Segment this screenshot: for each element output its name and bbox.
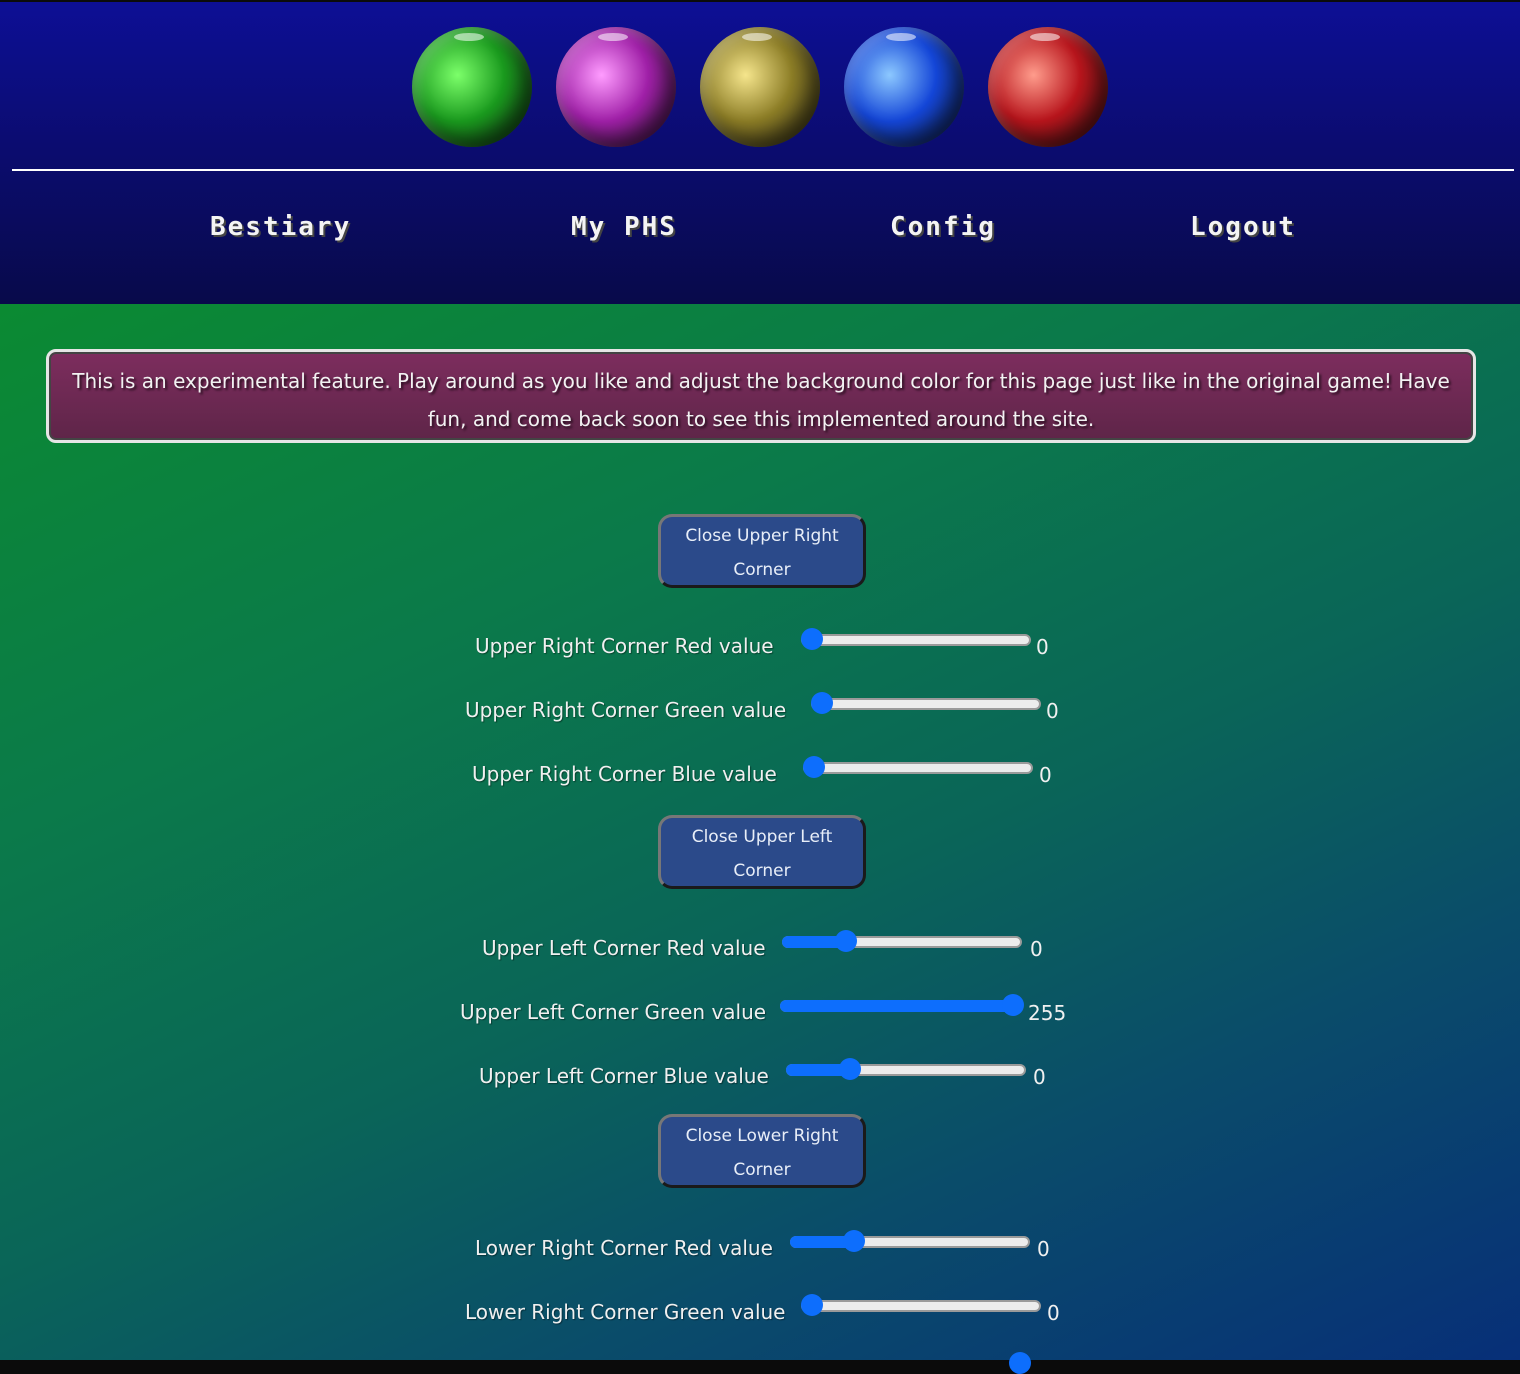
close-lower-right-button[interactable]: Close Lower Right Corner (658, 1114, 866, 1188)
slider-thumb[interactable] (801, 628, 823, 650)
config-main: This is an experimental feature. Play ar… (0, 304, 1520, 1374)
upper-right-green-slider[interactable] (811, 692, 1041, 714)
slider-fill (780, 1000, 1013, 1012)
slider-thumb[interactable] (843, 1230, 866, 1252)
upper-left-red-slider[interactable] (782, 930, 1022, 952)
blue-stone-icon (844, 27, 964, 147)
slider-value: 0 (1046, 699, 1059, 723)
slider-label: Upper Right Corner Blue value (472, 762, 777, 786)
slider-value: 0 (1047, 1301, 1060, 1325)
slider-label: Upper Left Corner Blue value (479, 1064, 769, 1088)
slider-label: Upper Left Corner Green value (460, 1000, 767, 1024)
upper-right-blue-slider[interactable] (803, 756, 1033, 778)
slider-value: 0 (1037, 1237, 1050, 1261)
lower-right-green-slider[interactable] (801, 1294, 1041, 1316)
slider-value: 255 (1028, 1001, 1067, 1025)
slider-label: Upper Right Corner Red value (475, 634, 774, 658)
slider-label: Upper Right Corner Green value (465, 698, 787, 722)
nav-bestiary[interactable]: Bestiary (210, 212, 351, 242)
lower-right-blue-slider-thumb[interactable] (1009, 1352, 1031, 1374)
yellow-stone-icon (700, 27, 820, 147)
green-stone-icon (412, 27, 532, 147)
site-header: Bestiary My PHS Config Logout (0, 2, 1520, 304)
main-nav: Bestiary My PHS Config Logout (0, 212, 1520, 252)
header-divider (12, 169, 1514, 171)
slider-thumb[interactable] (839, 1058, 862, 1080)
slider-label: Upper Left Corner Red value (482, 936, 766, 960)
upper-left-green-slider[interactable] (780, 994, 1024, 1016)
slider-thumb[interactable] (811, 692, 833, 714)
experimental-notice: This is an experimental feature. Play ar… (46, 349, 1476, 443)
nav-config[interactable]: Config (890, 212, 996, 242)
nav-logout[interactable]: Logout (1190, 212, 1296, 242)
slider-value: 0 (1030, 937, 1043, 961)
slider-value: 0 (1039, 763, 1052, 787)
slider-value: 0 (1033, 1065, 1046, 1089)
slider-label: Lower Right Corner Red value (475, 1236, 773, 1260)
purple-stone-icon (556, 27, 676, 147)
upper-left-blue-slider[interactable] (786, 1058, 1026, 1080)
nav-my-phs[interactable]: My PHS (571, 212, 677, 242)
slider-value: 0 (1036, 635, 1049, 659)
infinity-stones-banner (0, 27, 1520, 149)
slider-thumb[interactable] (835, 930, 858, 952)
slider-thumb[interactable] (801, 1294, 823, 1316)
slider-label: Lower Right Corner Green value (465, 1300, 786, 1324)
slider-thumb[interactable] (803, 756, 825, 778)
close-upper-left-button[interactable]: Close Upper Left Corner (658, 815, 866, 889)
slider-thumb[interactable] (1002, 994, 1024, 1016)
close-upper-right-button[interactable]: Close Upper Right Corner (658, 514, 866, 588)
red-stone-icon (988, 27, 1108, 147)
lower-right-red-slider[interactable] (790, 1230, 1030, 1252)
upper-right-red-slider[interactable] (801, 628, 1031, 650)
